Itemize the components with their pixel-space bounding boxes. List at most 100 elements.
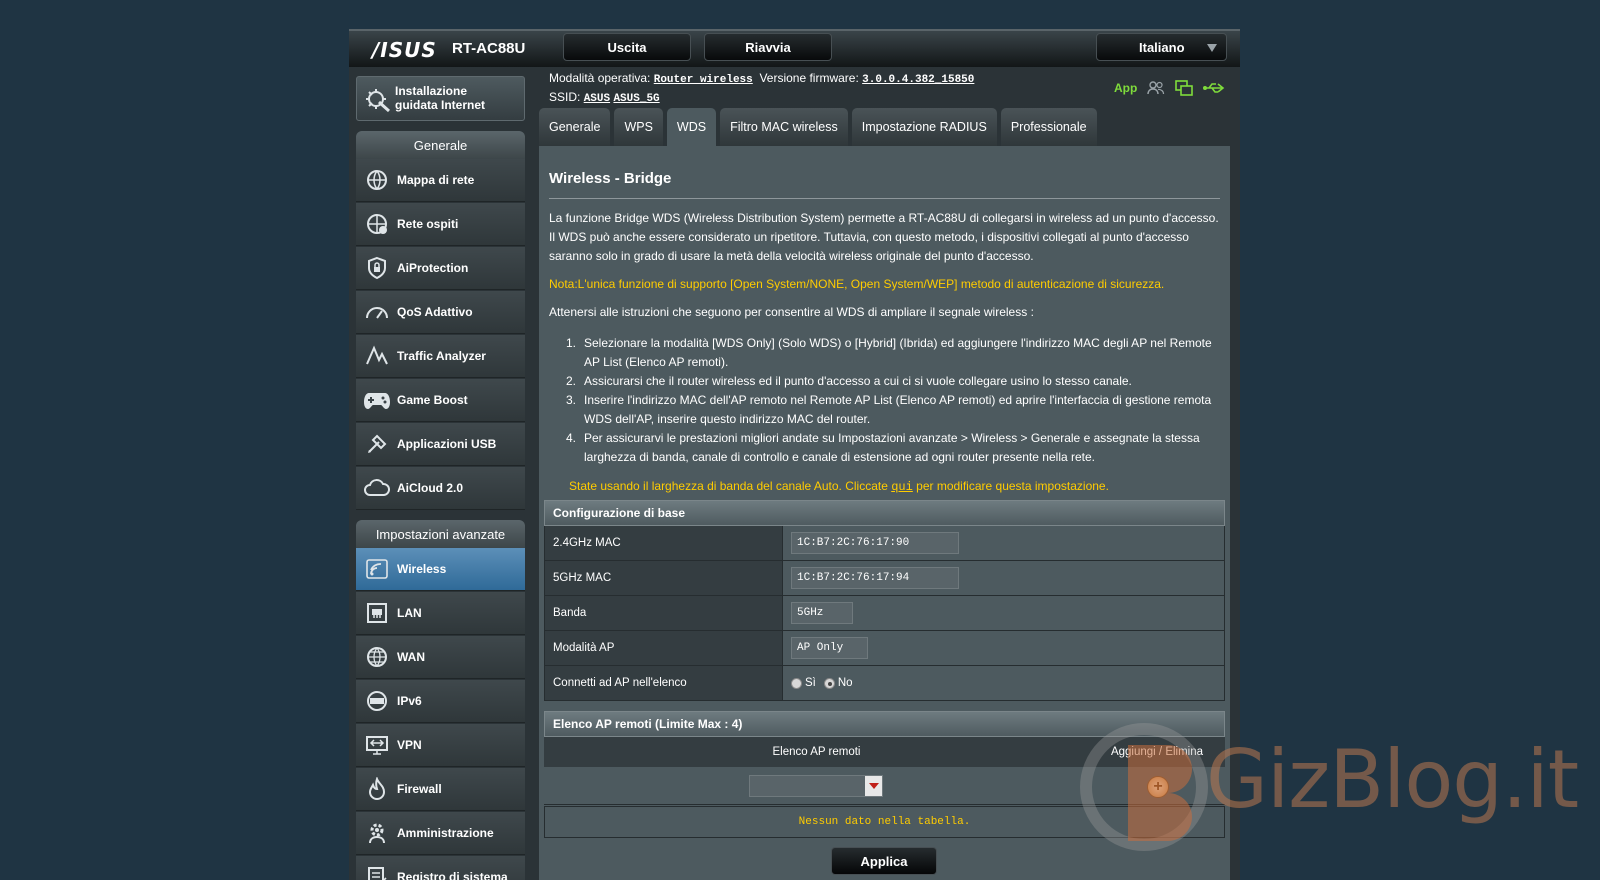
title-divider xyxy=(549,198,1220,199)
logout-button[interactable]: Uscita xyxy=(563,33,691,61)
tab-mac-filter[interactable]: Filtro MAC wireless xyxy=(720,108,848,146)
description-text: La funzione Bridge WDS (Wireless Distrib… xyxy=(549,211,1219,263)
sidebar-item-system-log[interactable]: Registro di sistema xyxy=(356,856,525,880)
gamepad-icon xyxy=(360,386,394,414)
sidebar-item-traffic-analyzer[interactable]: Traffic Analyzer xyxy=(356,335,525,378)
sidebar-item-network-map[interactable]: Mappa di rete xyxy=(356,159,525,202)
mac5-field: 1C:B7:2C:76:17:94 xyxy=(791,567,959,589)
watermark-text: GizBlog.it xyxy=(1206,733,1579,826)
apmode-label: Modalità AP xyxy=(545,631,783,665)
guest-network-icon xyxy=(360,210,394,238)
sidebar-item-usb-apps[interactable]: Applicazioni USB xyxy=(356,423,525,466)
sidebar-item-lan[interactable]: LAN xyxy=(356,592,525,635)
admin-gear-icon xyxy=(360,819,394,847)
sidebar-item-wireless[interactable]: Wireless xyxy=(356,548,525,591)
qis-label-line1: Installazione xyxy=(395,84,468,98)
sidebar-item-label: Wireless xyxy=(397,562,447,576)
language-value: Italiano xyxy=(1139,39,1185,55)
sidebar-item-qos[interactable]: QoS Adattivo xyxy=(356,291,525,334)
advanced-menu-header: Impostazioni avanzate xyxy=(356,520,525,548)
connect-row: Connetti ad AP nell'elenco Sì No xyxy=(544,666,1225,701)
sidebar-item-label: QoS Adattivo xyxy=(397,305,473,319)
shield-lock-icon xyxy=(360,254,394,282)
usb-app-icon xyxy=(360,430,394,458)
tab-general[interactable]: Generale xyxy=(539,108,611,146)
sidebar-item-aicloud[interactable]: AiCloud 2.0 xyxy=(356,467,525,510)
mode-link[interactable]: Router wireless xyxy=(654,74,753,86)
remote-ap-header: Elenco AP remoti (Limite Max : 4) xyxy=(544,711,1225,737)
language-select[interactable]: Italiano xyxy=(1096,33,1227,61)
tab-wds[interactable]: WDS xyxy=(666,108,717,146)
sidebar-item-vpn[interactable]: VPN xyxy=(356,724,525,767)
status-info: Modalità operativa: Router wireless Vers… xyxy=(549,70,974,108)
sidebar-item-label: AiProtection xyxy=(397,261,469,275)
sidebar-item-label: Applicazioni USB xyxy=(397,437,497,451)
sidebar-item-guest-network[interactable]: Rete ospiti xyxy=(356,203,525,246)
ssid-link-5[interactable]: ASUS_5G xyxy=(613,93,659,105)
intro-text: Attenersi alle istruzioni che seguono pe… xyxy=(549,305,1034,319)
sidebar-item-label: LAN xyxy=(397,606,422,620)
plus-icon: + xyxy=(1153,778,1163,795)
clients-icon[interactable] xyxy=(1147,80,1165,96)
reboot-button[interactable]: Riavvia xyxy=(704,33,832,61)
sidebar-item-label: IPv6 xyxy=(397,694,422,708)
asus-logo: /ISUS xyxy=(372,38,437,62)
firewall-icon xyxy=(360,775,394,803)
sidebar-item-wan[interactable]: WAN xyxy=(356,636,525,679)
step-text: Selezionare la modalità [WDS Only] (Solo… xyxy=(584,336,1212,369)
bandwidth-note-post: per modificare questa impostazione. xyxy=(912,479,1109,493)
remote-ap-select[interactable] xyxy=(749,775,883,797)
step-item: 3. Inserire l'indirizzo MAC dell'AP remot… xyxy=(566,391,1228,429)
tab-professional[interactable]: Professionale xyxy=(1000,108,1097,146)
band-select[interactable]: 5GHz xyxy=(791,602,853,624)
sidebar-item-label: Amministrazione xyxy=(397,826,494,840)
sidebar-item-firewall[interactable]: Firewall xyxy=(356,768,525,811)
sidebar-item-ipv6[interactable]: IPv6 xyxy=(356,680,525,723)
radio-no[interactable]: No xyxy=(823,677,853,689)
apply-button[interactable]: Applica xyxy=(831,847,937,875)
sidebar-item-label: Game Boost xyxy=(397,393,468,407)
page-title: Wireless - Bridge xyxy=(549,170,672,187)
quick-internet-setup-button[interactable]: Installazione guidata Internet xyxy=(356,76,525,121)
firmware-link[interactable]: 3.0.0.4.382_15850 xyxy=(862,74,974,86)
sidebar-item-label: WAN xyxy=(397,650,425,664)
sidebar-item-aiprotection[interactable]: AiProtection xyxy=(356,247,525,290)
app-link[interactable]: App xyxy=(1114,81,1137,95)
bandwidth-settings-link[interactable]: qui xyxy=(891,480,913,494)
step-text: Assicurarsi che il router wireless ed il… xyxy=(584,374,1132,388)
mac24-label: 2.4GHz MAC xyxy=(545,526,783,560)
lan-icon xyxy=(360,599,394,627)
remote-ap-input-row xyxy=(544,767,1225,805)
mode-label: Modalità operativa: xyxy=(549,71,651,85)
radio-yes[interactable]: Sì xyxy=(791,677,816,689)
general-menu-header: Generale xyxy=(356,131,525,159)
usb-icon[interactable] xyxy=(1203,81,1225,95)
mac24-row: 2.4GHz MAC 1C:B7:2C:76:17:90 xyxy=(544,526,1225,561)
band-label: Banda xyxy=(545,596,783,630)
ssid-link-24[interactable]: ASUS xyxy=(584,93,610,105)
mac24-field: 1C:B7:2C:76:17:90 xyxy=(791,532,959,554)
chevron-down-icon xyxy=(1207,44,1217,52)
security-note: Nota:L'unica funzione di supporto [Open … xyxy=(549,277,1165,291)
sidebar-item-game-boost[interactable]: Game Boost xyxy=(356,379,525,422)
add-ap-button[interactable]: + xyxy=(1147,776,1169,798)
basic-config-header: Configurazione di base xyxy=(544,500,1225,526)
mac5-row: 5GHz MAC 1C:B7:2C:76:17:94 xyxy=(544,561,1225,596)
system-log-icon xyxy=(360,863,394,880)
model-name: RT-AC88U xyxy=(452,40,526,57)
instruction-steps: 1. Selezionare la modalità [WDS Only] (So… xyxy=(566,334,1228,467)
ssid-label: SSID: xyxy=(549,90,581,104)
status-icons: App xyxy=(1114,80,1225,96)
tab-wps[interactable]: WPS xyxy=(614,108,663,146)
tab-radius[interactable]: Impostazione RADIUS xyxy=(851,108,997,146)
wireless-icon xyxy=(360,555,394,583)
step-text: Inserire l'indirizzo MAC dell'AP remoto … xyxy=(584,393,1212,426)
traffic-chart-icon xyxy=(360,342,394,370)
apmode-select[interactable]: AP Only xyxy=(791,637,868,659)
setup-wand-icon xyxy=(366,89,391,112)
sidebar-item-administration[interactable]: Amministrazione xyxy=(356,812,525,855)
internet-status-icon[interactable] xyxy=(1175,80,1194,96)
step-item: 4. Per assicurarvi le prestazioni miglior… xyxy=(566,429,1228,467)
remote-ap-col-list: Elenco AP remoti xyxy=(772,746,861,758)
qis-label-line2: guidata Internet xyxy=(395,98,486,112)
